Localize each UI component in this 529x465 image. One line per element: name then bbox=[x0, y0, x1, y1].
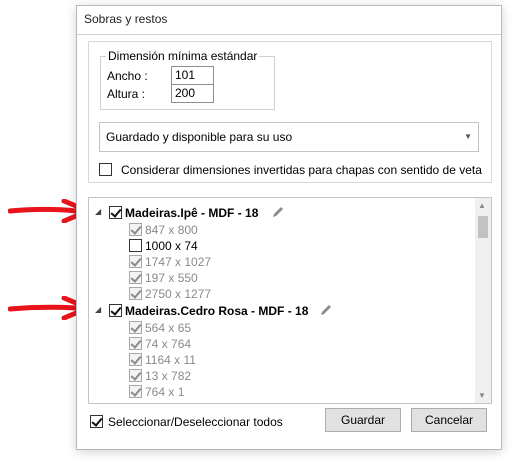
group-checkbox[interactable] bbox=[109, 304, 122, 317]
item-label: 564 x 65 bbox=[145, 321, 192, 335]
item-checkbox[interactable] bbox=[129, 271, 142, 284]
width-input[interactable]: 101 bbox=[171, 66, 214, 85]
item-checkbox[interactable] bbox=[129, 321, 142, 334]
group-checkbox[interactable] bbox=[109, 206, 122, 219]
item-checkbox[interactable] bbox=[129, 337, 142, 350]
item-label: 74 x 764 bbox=[145, 337, 192, 351]
status-filter-dropdown[interactable]: Guardado y disponible para su uso ▼ bbox=[99, 122, 479, 152]
invert-dimensions-label: Considerar dimensiones invertidas para c… bbox=[121, 163, 482, 177]
cancel-button[interactable]: Cancelar bbox=[411, 408, 487, 432]
tree-group-ipe[interactable]: ◢ Madeiras.Ipê - MDF - 18 bbox=[95, 205, 465, 222]
item-label: 847 x 800 bbox=[145, 223, 198, 237]
save-button[interactable]: Guardar bbox=[325, 408, 401, 432]
min-dimension-legend: Dimensión mínima estándar bbox=[106, 49, 260, 63]
item-label: 764 x 1 bbox=[145, 385, 185, 399]
group-label: Madeiras.Cedro Rosa - MDF - 18 bbox=[125, 304, 309, 318]
select-all-label: Seleccionar/Deseleccionar todos bbox=[108, 415, 283, 429]
item-label: 2750 x 1277 bbox=[145, 287, 212, 301]
expand-triangle-icon[interactable]: ◢ bbox=[95, 305, 101, 314]
item-checkbox[interactable] bbox=[129, 255, 142, 268]
dialog-title: Sobras y restos bbox=[84, 12, 168, 26]
chevron-down-icon: ▼ bbox=[464, 132, 472, 141]
scrollbar-thumb[interactable] bbox=[478, 216, 488, 238]
scroll-up-icon[interactable]: ▲ bbox=[478, 201, 486, 210]
tree-group-cedro-rosa[interactable]: ◢ Madeiras.Cedro Rosa - MDF - 18 bbox=[95, 303, 465, 320]
invert-dimensions-checkbox[interactable] bbox=[99, 163, 112, 176]
item-label: 1000 x 74 bbox=[145, 239, 198, 253]
item-label: 13 x 782 bbox=[145, 369, 192, 383]
item-checkbox[interactable] bbox=[129, 223, 142, 236]
height-label: Altura : bbox=[107, 87, 146, 101]
title-separator bbox=[77, 34, 501, 35]
item-label: 197 x 550 bbox=[145, 271, 198, 285]
group-label: Madeiras.Ipê - MDF - 18 bbox=[125, 206, 259, 220]
tree-scrollbar[interactable]: ▲ ▼ bbox=[475, 198, 491, 403]
width-label: Ancho : bbox=[107, 69, 148, 83]
pencil-icon[interactable] bbox=[271, 205, 285, 219]
item-checkbox[interactable] bbox=[129, 353, 142, 366]
leftovers-tree[interactable]: ◢ Madeiras.Ipê - MDF - 18 847 x 800 1000… bbox=[88, 197, 492, 404]
status-filter-value: Guardado y disponible para su uso bbox=[106, 130, 293, 144]
settings-panel: Dimensión mínima estándar Ancho : 101 Al… bbox=[88, 41, 492, 183]
item-checkbox[interactable] bbox=[129, 239, 142, 252]
item-label: 1164 x 11 bbox=[145, 353, 196, 367]
select-all-checkbox[interactable] bbox=[90, 415, 103, 428]
item-label: 1747 x 1027 bbox=[145, 255, 212, 269]
height-input[interactable]: 200 bbox=[171, 84, 214, 103]
leftovers-dialog: Sobras y restos Dimensión mínima estánda… bbox=[76, 5, 502, 450]
scroll-down-icon[interactable]: ▼ bbox=[478, 391, 486, 400]
pencil-icon[interactable] bbox=[319, 303, 333, 317]
item-checkbox[interactable] bbox=[129, 287, 142, 300]
expand-triangle-icon[interactable]: ◢ bbox=[95, 207, 101, 216]
item-checkbox[interactable] bbox=[129, 385, 142, 398]
item-checkbox[interactable] bbox=[129, 369, 142, 382]
min-dimension-group: Dimensión mínima estándar Ancho : 101 Al… bbox=[100, 49, 275, 110]
